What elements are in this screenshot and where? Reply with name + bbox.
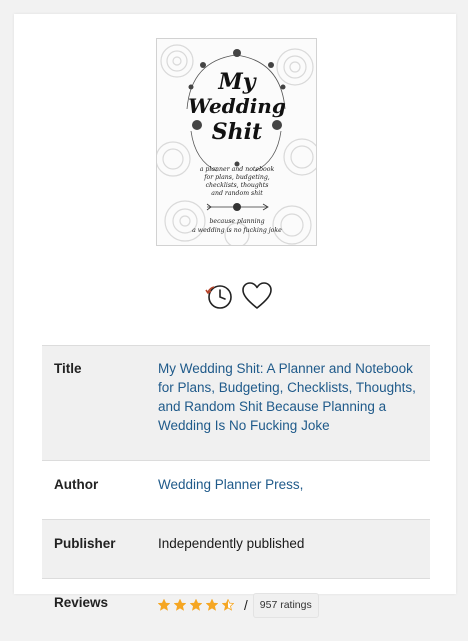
publisher-label: Publisher xyxy=(42,520,158,579)
favorite-button[interactable] xyxy=(241,280,273,312)
cover-illustration: My Wedding Shit a planner and notebook f… xyxy=(157,39,316,245)
details-row-reviews: Reviews / 957 ratings xyxy=(42,579,430,641)
details-row-publisher: Publisher Independently published xyxy=(42,520,430,579)
author-label: Author xyxy=(42,461,158,520)
cover-subtitle-line: and random shit xyxy=(211,190,263,197)
cover-tagline-line: a wedding is no fucking joke xyxy=(192,227,282,234)
cover-title-line-3: Shit xyxy=(212,119,262,145)
reviews-label: Reviews xyxy=(42,579,158,641)
book-detail-card: My Wedding Shit a planner and notebook f… xyxy=(14,14,456,594)
book-cover-image[interactable]: My Wedding Shit a planner and notebook f… xyxy=(156,38,317,246)
ratings-count-badge[interactable]: 957 ratings xyxy=(253,593,319,618)
clock-with-arrow-icon xyxy=(203,280,235,312)
cover-subtitle-line: checklists, thoughts xyxy=(206,182,269,189)
star-full-icon xyxy=(206,599,218,611)
read-later-button[interactable] xyxy=(203,280,235,312)
rating-separator: / xyxy=(244,596,248,615)
cover-subtitle-line: for plans, budgeting, xyxy=(203,174,270,181)
cover-title-line-1: My xyxy=(217,69,257,95)
cover-title-line-2: Wedding xyxy=(188,94,286,118)
star-full-icon xyxy=(158,599,170,611)
details-row-title: Title My Wedding Shit: A Planner and Not… xyxy=(42,346,430,461)
title-link[interactable]: My Wedding Shit: A Planner and Notebook … xyxy=(158,361,416,433)
star-rating xyxy=(158,596,238,615)
details-row-author: Author Wedding Planner Press, xyxy=(42,461,430,520)
book-actions xyxy=(201,280,281,312)
heart-outline-icon xyxy=(241,280,273,312)
cover-subtitle-line: a planner and notebook xyxy=(200,166,275,173)
title-label: Title xyxy=(42,346,158,461)
author-link[interactable]: Wedding Planner Press, xyxy=(158,477,303,492)
star-full-icon xyxy=(190,599,202,611)
book-details-table: Title My Wedding Shit: A Planner and Not… xyxy=(42,345,430,641)
publisher-value: Independently published xyxy=(158,520,430,579)
star-half-icon xyxy=(222,599,234,611)
star-full-icon xyxy=(174,599,186,611)
cover-tagline-line: because planning xyxy=(209,218,264,225)
